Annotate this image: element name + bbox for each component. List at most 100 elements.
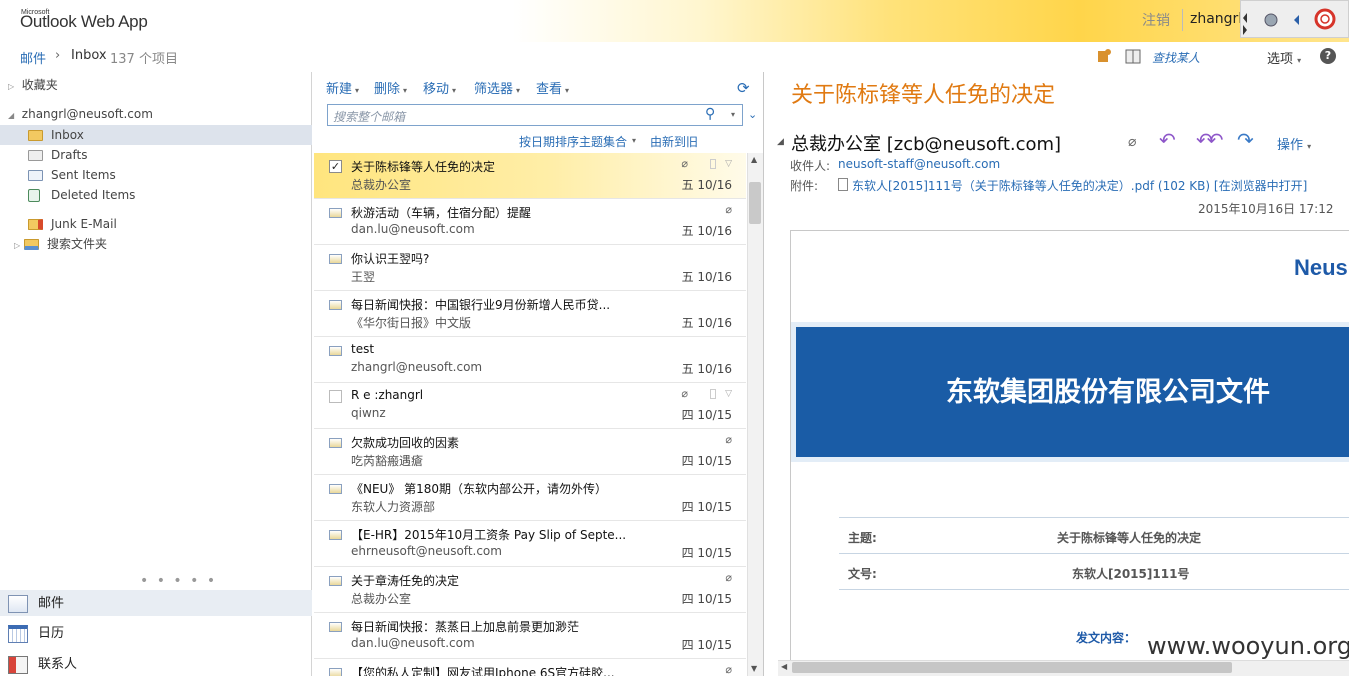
message-date: 四 10/15	[681, 408, 732, 422]
recipient-link[interactable]: neusoft-staff@neusoft.com	[838, 157, 1000, 171]
actions-menu[interactable]: 操作 ▾	[1277, 134, 1311, 153]
collapse-icon: ◢	[8, 111, 15, 120]
attachment-icon: ⌀	[725, 433, 732, 446]
envelope-read-icon	[329, 254, 342, 264]
message-row[interactable]: 【E-HR】2015年10月工资条 Pay Slip of Septe... e…	[314, 521, 746, 567]
message-sender: 东软人力资源部	[351, 500, 436, 514]
sidebar-item-junk[interactable]: Junk E-Mail	[28, 214, 117, 234]
sort-by-menu[interactable]: 按日期排序主题集合	[519, 133, 627, 150]
message-row[interactable]: test zhangrl@neusoft.com 五 10/16	[314, 337, 746, 383]
checkbox-icon[interactable]	[329, 390, 342, 403]
sidebar-item-sent[interactable]: Sent Items	[28, 165, 116, 185]
checkbox-checked-icon[interactable]: ✓	[329, 160, 342, 173]
actions-label: 操作	[1277, 138, 1304, 153]
module-contacts[interactable]: 联系人	[8, 653, 77, 674]
options-menu[interactable]: 选项 ▾	[1267, 48, 1301, 67]
user-name[interactable]: zhangrl	[1190, 11, 1242, 27]
move-button[interactable]: 移动 ▾	[423, 78, 456, 97]
sidebar-item-inbox[interactable]: Inbox	[28, 125, 84, 145]
forward-icon[interactable]: ↷	[1237, 128, 1254, 152]
banner-title: 东软集团股份有限公司文件	[946, 377, 1270, 408]
view-button[interactable]: 查看 ▾	[536, 78, 569, 97]
top-right-tools	[1096, 46, 1148, 69]
envelope-read-icon	[329, 300, 342, 310]
search-icon[interactable]: ⚲	[705, 106, 715, 122]
reading-sender[interactable]: 总裁办公室 [zcb@neusoft.com]	[791, 130, 1061, 156]
find-people-link[interactable]: 查找某人	[1152, 49, 1200, 66]
watermark-text: www.wooyun.org	[1141, 632, 1349, 660]
breadcrumb-mail[interactable]: 邮件	[20, 48, 46, 67]
favorites-header[interactable]: ▷ 收藏夹	[8, 75, 58, 95]
category-icon[interactable]	[710, 159, 716, 169]
envelope-read-icon	[329, 438, 342, 448]
chevron-down-icon[interactable]: ▾	[632, 136, 636, 145]
message-row[interactable]: 每日新闻快报：中国银行业9月份新增人民币贷... 《华尔街日报》中文版 五 10…	[314, 291, 746, 337]
module-label: 日历	[38, 626, 65, 641]
attachment-link[interactable]: 东软人[2015]111号（关于陈标锋等人任免的决定）.pdf (102 KB)…	[852, 177, 1307, 194]
message-row[interactable]: R e :zhangrl qiwnz ⌀ ▽ 四 10/15	[314, 383, 746, 429]
message-row[interactable]: 每日新闻快报：蒸蒸日上加息前景更加渺茫 dan.lu@neusoft.com 四…	[314, 613, 746, 659]
reply-icon[interactable]: ↶	[1159, 128, 1176, 152]
message-sender: 吃芮豁瘢遇瘡	[351, 454, 424, 468]
message-row[interactable]: ✓ 关于陈标锋等人任免的决定 总裁办公室 ⌀ ▽ 五 10/16	[314, 153, 746, 199]
scrollbar-thumb[interactable]	[792, 662, 1232, 673]
message-row[interactable]: 秋游活动（车辆，住宿分配）提醒 dan.lu@neusoft.com ⌀ 五 1…	[314, 199, 746, 245]
help-icon[interactable]: ?	[1320, 48, 1336, 64]
message-row[interactable]: 你认识王翌吗? 王翌 五 10/16	[314, 245, 746, 291]
message-date: 五 10/16	[681, 224, 732, 238]
search-scope-chevron-icon[interactable]: ▾	[731, 110, 735, 119]
refresh-icon[interactable]: ⟳	[737, 79, 750, 97]
sidebar-item-drafts[interactable]: Drafts	[28, 145, 88, 165]
account-header[interactable]: ◢ zhangrl@neusoft.com	[8, 104, 153, 124]
flag-icon[interactable]: ▽	[725, 159, 732, 169]
message-subject: 《NEU》 第180期（东软内部公开，请勿外传）	[351, 482, 608, 496]
message-row[interactable]: 欠款成功回收的因素 吃芮豁瘢遇瘡 ⌀ 四 10/15	[314, 429, 746, 475]
sidebar-item-deleted[interactable]: Deleted Items	[28, 185, 135, 205]
doc-subject-value: 关于陈标锋等人任免的决定	[1057, 531, 1202, 545]
scroll-down-icon[interactable]: ▼	[751, 664, 757, 673]
breadcrumb-folder: Inbox	[71, 48, 107, 63]
sort-order-toggle[interactable]: 由新到旧	[650, 133, 698, 150]
message-list-scrollbar[interactable]	[747, 153, 763, 676]
message-sender: 总裁办公室	[351, 178, 412, 192]
scroll-up-icon[interactable]: ▲	[751, 155, 757, 164]
header-toolstrip	[1240, 0, 1349, 38]
account-label: zhangrl@neusoft.com	[21, 107, 153, 121]
sidebar-item-search-folders[interactable]: ▷ 搜索文件夹	[14, 234, 107, 254]
message-row[interactable]: 关于章涛任免的决定 总裁办公室 ⌀ 四 10/15	[314, 567, 746, 613]
doc-subject-label: 主题:	[848, 531, 877, 545]
new-button[interactable]: 新建 ▾	[326, 78, 359, 97]
scroll-left-icon	[1243, 13, 1247, 23]
message-subject: 【E-HR】2015年10月工资条 Pay Slip of Septe...	[351, 528, 627, 542]
category-icon[interactable]	[710, 389, 716, 399]
message-subject: 【您的私人定制】网友试用Iphone 6S官方硅胶...	[351, 666, 615, 676]
message-sender: qiwnz	[351, 406, 386, 420]
message-date: 五 10/16	[681, 362, 732, 376]
message-subject: R e :zhangrl	[351, 388, 424, 402]
filter-button[interactable]: 筛选器 ▾	[474, 78, 520, 97]
settings-gear-icon	[1264, 13, 1278, 27]
message-date: 五 10/16	[681, 316, 732, 330]
message-date: 五 10/16	[681, 270, 732, 284]
message-sender: 总裁办公室	[351, 592, 412, 606]
move-label: 移动	[423, 82, 450, 97]
signout-link[interactable]: 注销	[1142, 10, 1170, 30]
search-folder-icon	[23, 239, 39, 250]
module-mail[interactable]: 邮件	[8, 592, 64, 613]
sent-items-icon	[28, 170, 43, 181]
collapse-header-icon[interactable]: ◢	[777, 137, 784, 147]
message-row[interactable]: 【您的私人定制】网友试用Iphone 6S官方硅胶... ⌀	[314, 659, 746, 676]
module-calendar[interactable]: 日历	[8, 622, 64, 643]
message-sender: 王翌	[351, 270, 376, 284]
message-row[interactable]: 《NEU》 第180期（东软内部公开，请勿外传） 东软人力资源部 四 10/15	[314, 475, 746, 521]
attachment-icon: ⌀	[681, 387, 688, 400]
scrollbar-thumb[interactable]	[749, 182, 761, 224]
delete-button[interactable]: 删除 ▾	[374, 78, 407, 97]
expand-search-icon[interactable]: ⌄	[748, 108, 757, 121]
scroll-left-icon[interactable]: ◀	[781, 662, 787, 671]
pane-resize-handle[interactable]: • • • • •	[140, 573, 217, 589]
folder-label: 搜索文件夹	[46, 237, 107, 251]
message-sender: zhangrl@neusoft.com	[351, 360, 483, 374]
reply-all-icon[interactable]: ↶↶	[1196, 128, 1223, 152]
flag-icon[interactable]: ▽	[725, 389, 732, 399]
